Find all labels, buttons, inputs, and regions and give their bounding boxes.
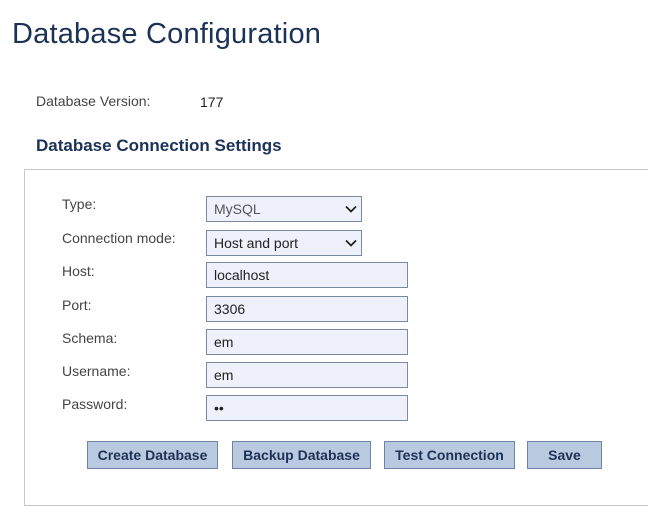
- password-input[interactable]: ••: [206, 395, 408, 421]
- port-input[interactable]: 3306: [206, 296, 408, 322]
- backup-database-button[interactable]: Backup Database: [232, 441, 371, 469]
- database-version-label: Database Version:: [36, 93, 151, 109]
- type-label: Type:: [62, 196, 97, 212]
- page-title: Database Configuration: [12, 18, 322, 50]
- host-input[interactable]: localhost: [206, 262, 408, 288]
- type-select[interactable]: MySQL: [206, 196, 362, 222]
- connection-mode-label: Connection mode:: [62, 230, 176, 246]
- username-input[interactable]: em: [206, 362, 408, 388]
- chevron-down-icon: [345, 205, 357, 213]
- chevron-down-icon: [345, 239, 357, 247]
- database-version-value: 177: [200, 94, 224, 110]
- schema-label: Schema:: [62, 330, 118, 346]
- save-button[interactable]: Save: [527, 441, 602, 469]
- schema-input[interactable]: em: [206, 329, 408, 355]
- create-database-button[interactable]: Create Database: [87, 441, 218, 469]
- port-label: Port:: [62, 297, 92, 313]
- host-label: Host:: [62, 263, 95, 279]
- database-configuration-page: Database Configuration Database Version:…: [0, 0, 648, 521]
- connection-settings-heading: Database Connection Settings: [36, 136, 282, 155]
- type-select-value: MySQL: [214, 201, 261, 217]
- connection-mode-select-value: Host and port: [214, 235, 299, 251]
- test-connection-button[interactable]: Test Connection: [384, 441, 515, 469]
- connection-mode-select[interactable]: Host and port: [206, 230, 362, 256]
- password-label: Password:: [62, 396, 128, 412]
- username-label: Username:: [62, 363, 131, 379]
